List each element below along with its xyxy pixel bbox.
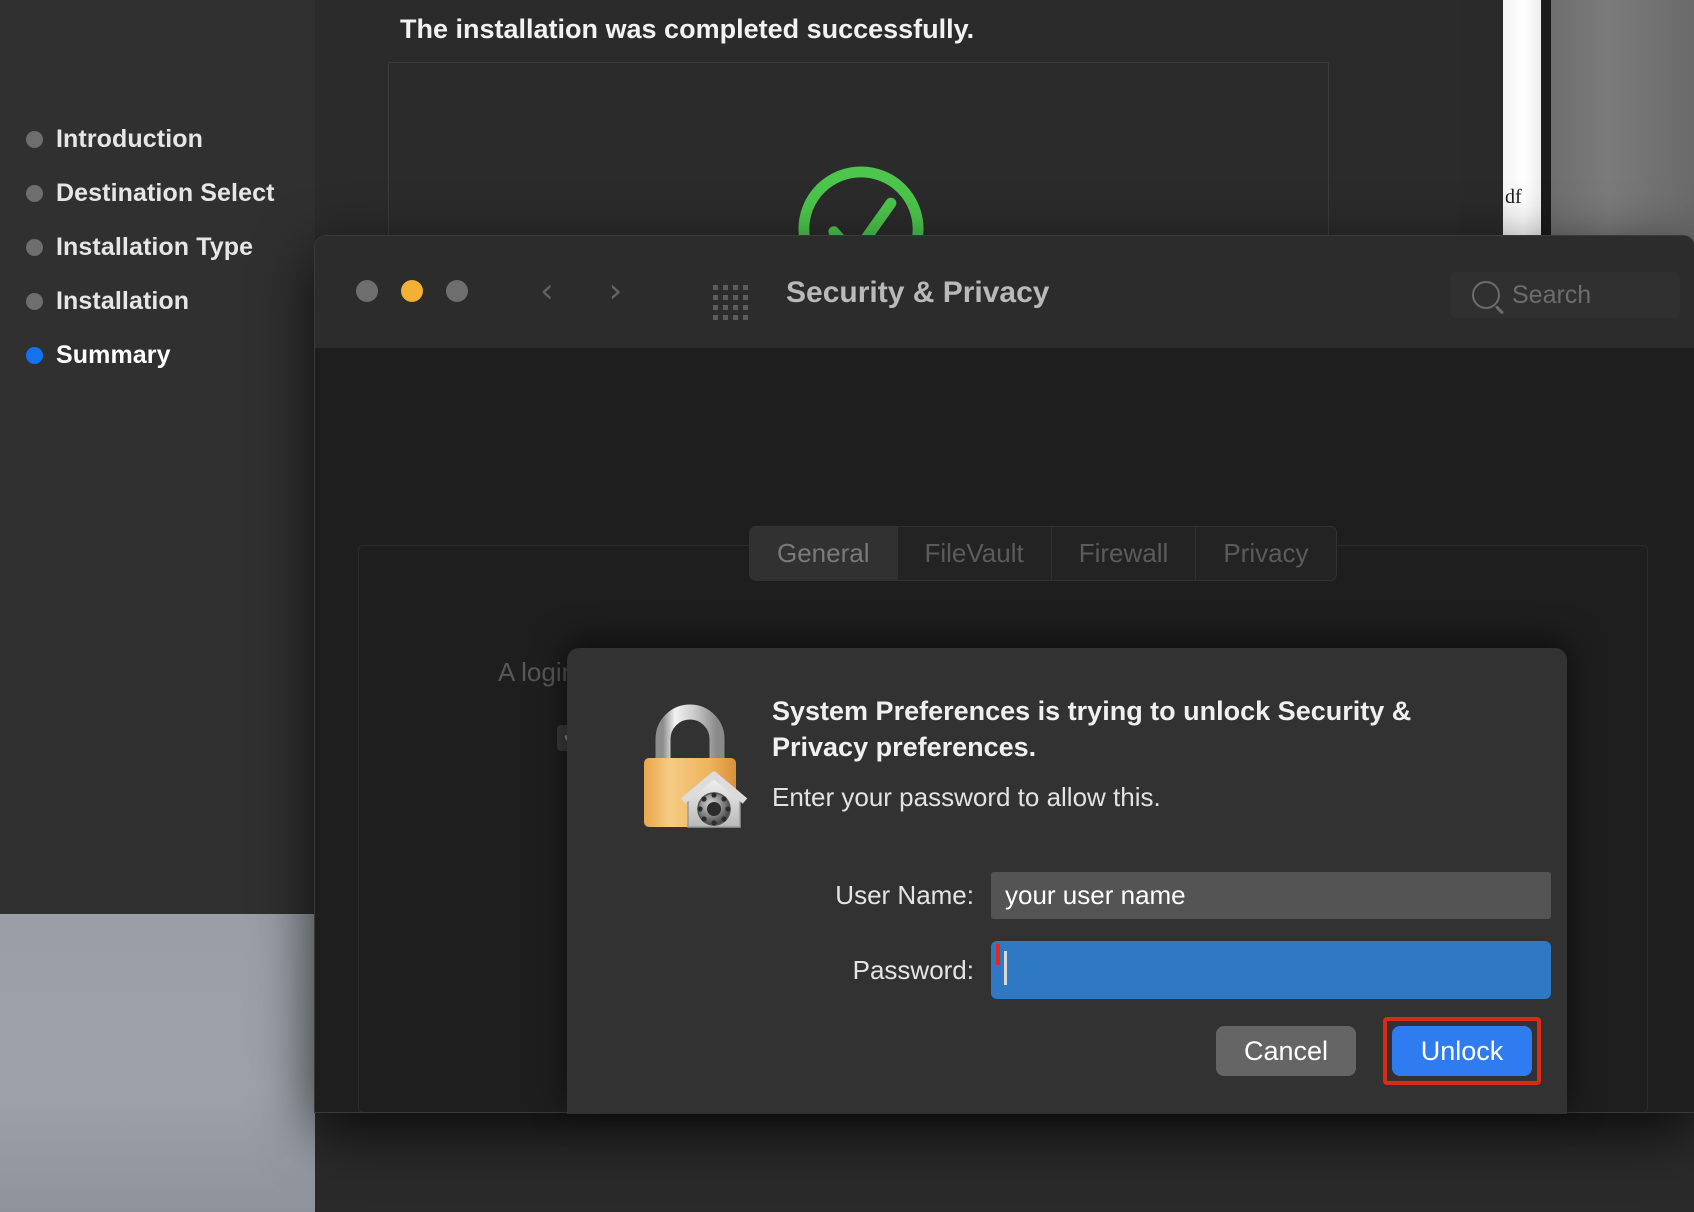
background-partial-text: df bbox=[1505, 186, 1522, 209]
prefs-titlebar: ‹ › Security & Privacy Search bbox=[315, 236, 1694, 349]
unlock-button-annotation: Unlock bbox=[1383, 1017, 1541, 1085]
tab-general[interactable]: General bbox=[750, 527, 897, 580]
search-input[interactable]: Search bbox=[1450, 272, 1680, 318]
prefs-tab-bar: General FileVault Firewall Privacy bbox=[749, 526, 1337, 581]
lock-with-house-badge-icon bbox=[630, 695, 750, 835]
installer-step-installation: Installation bbox=[26, 274, 316, 328]
tab-filevault[interactable]: FileVault bbox=[897, 527, 1051, 580]
forward-chevron-icon[interactable]: › bbox=[609, 278, 623, 304]
zoom-button-icon[interactable] bbox=[446, 280, 468, 302]
installer-step-destination-select: Destination Select bbox=[26, 166, 316, 220]
installer-headline: The installation was completed successfu… bbox=[400, 14, 974, 45]
step-dot-icon bbox=[26, 185, 43, 202]
installer-step-label: Installation Type bbox=[56, 233, 253, 262]
installer-step-summary: Summary bbox=[26, 328, 316, 382]
sheet-button-row: Cancel Unlock bbox=[1216, 1017, 1541, 1085]
back-chevron-icon[interactable]: ‹ bbox=[540, 278, 554, 304]
password-label: Password: bbox=[747, 955, 974, 986]
show-all-grid-icon[interactable] bbox=[713, 285, 750, 322]
sheet-title: System Preferences is trying to unlock S… bbox=[772, 693, 1512, 766]
username-input[interactable]: your user name bbox=[991, 872, 1551, 919]
screen-root: df Introduction Destination Select Insta… bbox=[0, 0, 1694, 1212]
password-field-row: Password: bbox=[747, 941, 1551, 999]
installer-step-label: Destination Select bbox=[56, 179, 275, 208]
background-desktop-grey bbox=[1551, 0, 1694, 246]
search-placeholder: Search bbox=[1512, 281, 1591, 310]
tab-firewall[interactable]: Firewall bbox=[1051, 527, 1196, 580]
cancel-button[interactable]: Cancel bbox=[1216, 1026, 1356, 1076]
page-title: Security & Privacy bbox=[786, 276, 1049, 310]
username-field-row: User Name: your user name bbox=[747, 872, 1551, 919]
installer-step-introduction: Introduction bbox=[26, 112, 316, 166]
unlock-authentication-sheet: System Preferences is trying to unlock S… bbox=[567, 648, 1567, 1114]
password-input-focus-ring bbox=[991, 941, 1551, 999]
unlock-button[interactable]: Unlock bbox=[1392, 1026, 1532, 1076]
minimize-button-icon[interactable] bbox=[401, 280, 423, 302]
installer-step-label: Summary bbox=[56, 341, 171, 370]
installer-step-label: Introduction bbox=[56, 125, 203, 154]
sheet-subtitle: Enter your password to allow this. bbox=[772, 782, 1161, 813]
background-window-gap bbox=[1541, 0, 1551, 246]
installer-sidebar: Introduction Destination Select Installa… bbox=[0, 0, 315, 914]
step-dot-icon bbox=[26, 293, 43, 310]
installer-step-installation-type: Installation Type bbox=[26, 220, 316, 274]
installer-step-label: Installation bbox=[56, 287, 189, 316]
tab-privacy[interactable]: Privacy bbox=[1195, 527, 1335, 580]
installer-step-list: Introduction Destination Select Installa… bbox=[26, 112, 316, 382]
step-dot-icon bbox=[26, 131, 43, 148]
background-window-strip-light bbox=[1503, 0, 1541, 246]
search-icon bbox=[1472, 281, 1500, 309]
window-traffic-lights bbox=[356, 280, 468, 302]
prefs-navigation: ‹ › bbox=[540, 278, 622, 304]
password-input[interactable] bbox=[996, 944, 1000, 965]
desktop-background-bottom bbox=[0, 914, 315, 1212]
step-dot-icon bbox=[26, 239, 43, 256]
username-label: User Name: bbox=[747, 880, 974, 911]
close-button-icon[interactable] bbox=[356, 280, 378, 302]
step-dot-active-icon bbox=[26, 347, 43, 364]
text-caret bbox=[1004, 951, 1007, 985]
